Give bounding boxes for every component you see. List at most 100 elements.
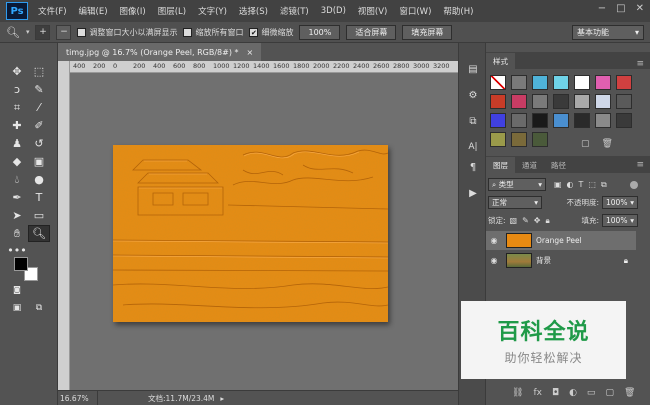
layer-row-orange-peel[interactable]: ◉ Orange Peel [486,231,636,250]
filter-type-icons[interactable]: ▣◐T⬚⧉ [554,180,612,190]
eyedropper-tool-icon[interactable]: ⁄ [28,99,50,116]
style-swatch[interactable] [595,75,611,90]
history-brush-tool-icon[interactable]: ↺ [28,135,50,152]
lasso-tool-icon[interactable]: ↄ [6,81,28,98]
marquee-tool-icon[interactable]: ⬚ [28,63,50,80]
preset-dropdown-icon[interactable]: ▾ [26,28,30,36]
zoom-tool-preset-icon[interactable]: 🔍︎ [6,26,20,39]
status-menu-arrow[interactable]: ▸ [220,394,224,403]
menu-image[interactable]: 图像(I) [114,5,152,17]
brush-tool-icon[interactable]: ✐ [28,117,50,134]
style-swatch[interactable] [616,75,632,90]
panel-menu-icon[interactable]: ≡ [636,59,644,69]
tab-paths[interactable]: 路径 [544,157,573,173]
history-panel-icon[interactable]: ▤ [463,61,483,77]
style-swatch[interactable] [616,94,632,109]
eye-icon[interactable]: ◉ [486,236,502,245]
actions-panel-icon[interactable]: ▶ [463,185,483,201]
zoom-all-checkbox[interactable]: 缩放所有窗口 [183,27,243,38]
new-style-icon[interactable]: ▢ [581,139,590,149]
style-swatch[interactable] [490,75,506,90]
fit-screen-button[interactable]: 适合屏幕 [346,24,397,40]
layer-row-background[interactable]: ◉ 背景 🔒︎ [486,251,636,270]
healing-brush-tool-icon[interactable]: ✚ [6,117,28,134]
new-group-icon[interactable]: ▭ [587,388,596,398]
menu-edit[interactable]: 编辑(E) [73,5,114,17]
style-swatch[interactable] [616,113,632,128]
menu-layer[interactable]: 图层(L) [152,5,192,17]
style-swatch[interactable] [511,132,527,147]
change-screen-mode-icon[interactable]: ⧉ [28,299,50,316]
character-panel-icon[interactable]: A| [463,139,483,155]
zoom-100-button[interactable]: 100% [299,24,341,40]
style-swatch[interactable] [511,94,527,109]
crop-tool-icon[interactable]: ⌗ [6,99,28,116]
style-swatch[interactable] [595,113,611,128]
clone-stamp-tool-icon[interactable]: ♟ [6,135,28,152]
menu-type[interactable]: 文字(Y) [192,5,233,17]
close-window-button[interactable]: ✕ [636,3,644,14]
dodge-tool-icon[interactable]: ● [28,171,50,188]
blur-tool-icon[interactable]: 💧︎ [6,171,28,188]
style-swatch[interactable] [532,75,548,90]
fill-input[interactable]: 100% ▾ [602,214,638,227]
tab-layers[interactable]: 图层 [486,157,515,173]
style-swatch[interactable] [490,113,506,128]
zoom-out-button[interactable]: − [56,24,72,40]
menu-view[interactable]: 视图(V) [352,5,393,17]
type-tool-icon[interactable]: T [28,189,50,206]
link-layers-icon[interactable]: ⛓︎ [512,388,523,398]
add-mask-icon[interactable]: ◘ [552,388,559,398]
style-swatch[interactable] [490,132,506,147]
gradient-tool-icon[interactable]: ▣ [28,153,50,170]
menu-filter[interactable]: 滤镜(T) [274,5,315,17]
style-swatch[interactable] [574,75,590,90]
style-swatch[interactable] [490,94,506,109]
menu-help[interactable]: 帮助(H) [437,5,479,17]
checkbox-checked[interactable]: ✔ [249,27,259,37]
pen-tool-icon[interactable]: ✒ [6,189,28,206]
eye-icon[interactable]: ◉ [486,256,502,265]
style-swatch[interactable] [553,113,569,128]
menu-window[interactable]: 窗口(W) [393,5,437,17]
delete-style-icon[interactable]: 🗑︎ [602,139,613,149]
delete-layer-icon[interactable]: 🗑︎ [624,388,635,398]
resize-windows-checkbox[interactable]: 调整窗口大小以满屏显示 [77,27,177,38]
style-swatch[interactable] [574,113,590,128]
style-swatch[interactable] [511,113,527,128]
fx-icon[interactable]: fx [533,388,542,398]
style-swatch[interactable] [595,94,611,109]
path-select-tool-icon[interactable]: ➤ [6,207,28,224]
menu-file[interactable]: 文件(F) [32,5,73,17]
zoom-in-button[interactable]: + [35,24,51,40]
filter-toggle[interactable] [630,180,638,189]
menu-3d[interactable]: 3D(D) [315,6,352,16]
paragraph-panel-icon[interactable]: ¶ [463,159,483,175]
fill-screen-button[interactable]: 填充屏幕 [402,24,453,40]
canvas-area[interactable] [70,73,458,390]
zoom-tool-icon[interactable]: 🔍︎ [28,225,50,242]
move-tool-icon[interactable]: ✥ [6,63,28,80]
layer-filter-dropdown[interactable]: ⌕ 类型 ▾ [488,178,546,191]
minimize-button[interactable]: − [598,3,606,14]
checkbox-box[interactable] [77,27,87,37]
style-swatch[interactable] [574,94,590,109]
menu-select[interactable]: 选择(S) [233,5,274,17]
panel-menu-icon[interactable]: ≡ [636,160,644,170]
lock-icons[interactable]: ▧✎✥🔒︎ [510,216,555,226]
opacity-input[interactable]: 100% ▾ [602,196,638,209]
style-swatch[interactable] [553,75,569,90]
new-layer-icon[interactable]: ▢ [605,388,614,398]
quick-select-tool-icon[interactable]: ✎ [28,81,50,98]
style-swatch[interactable] [532,113,548,128]
style-swatch[interactable] [532,94,548,109]
clone-source-panel-icon[interactable]: ⧉ [463,113,483,129]
foreground-color-swatch[interactable] [14,257,28,271]
document-image[interactable] [113,145,388,322]
workspace-select[interactable]: 基本功能 ▾ [572,25,644,40]
checkbox-box[interactable] [183,27,193,37]
tab-channels[interactable]: 通道 [515,157,544,173]
adjustment-layer-icon[interactable]: ◐ [569,388,577,398]
properties-panel-icon[interactable]: ⚙︎ [463,87,483,103]
close-icon[interactable]: × [247,48,254,57]
